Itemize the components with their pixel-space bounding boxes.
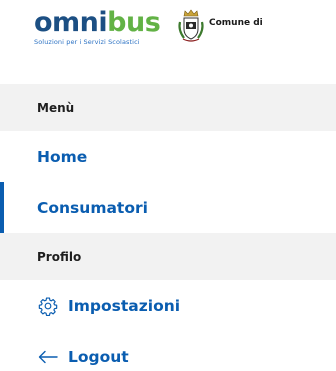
sidebar-item-impostazioni[interactable]: Impostazioni <box>0 280 336 331</box>
sidebar-item-logout[interactable]: Logout <box>0 331 336 371</box>
sidebar-item-consumatori[interactable]: Consumatori <box>0 182 336 233</box>
arrow-left-icon <box>37 346 59 368</box>
sidebar-item-label: Impostazioni <box>68 296 181 315</box>
section-header-profilo: Profilo <box>0 233 336 280</box>
app: omnibus Soluzioni per i Servizi Scolasti… <box>0 0 336 371</box>
brand-wordmark-part-b: bus <box>107 7 161 38</box>
sidebar-menu: Menù Home Consumatori Profilo Impostazio… <box>0 84 336 371</box>
brand-wordmark: omnibus <box>34 6 161 40</box>
sidebar-item-label: Consumatori <box>37 198 148 217</box>
municipality-label: Comune di <box>209 18 263 28</box>
sidebar-item-label: Home <box>37 147 88 166</box>
brand-wordmark-part-a: omni <box>34 7 108 38</box>
coat-of-arms-icon <box>176 8 206 44</box>
brand-logo[interactable]: omnibus Soluzioni per i Servizi Scolasti… <box>34 6 161 46</box>
gear-icon <box>37 295 59 317</box>
section-header-menu: Menù <box>0 84 336 131</box>
sidebar-item-label: Logout <box>68 347 129 366</box>
sidebar-item-home[interactable]: Home <box>0 131 336 182</box>
header: omnibus Soluzioni per i Servizi Scolasti… <box>0 0 336 84</box>
